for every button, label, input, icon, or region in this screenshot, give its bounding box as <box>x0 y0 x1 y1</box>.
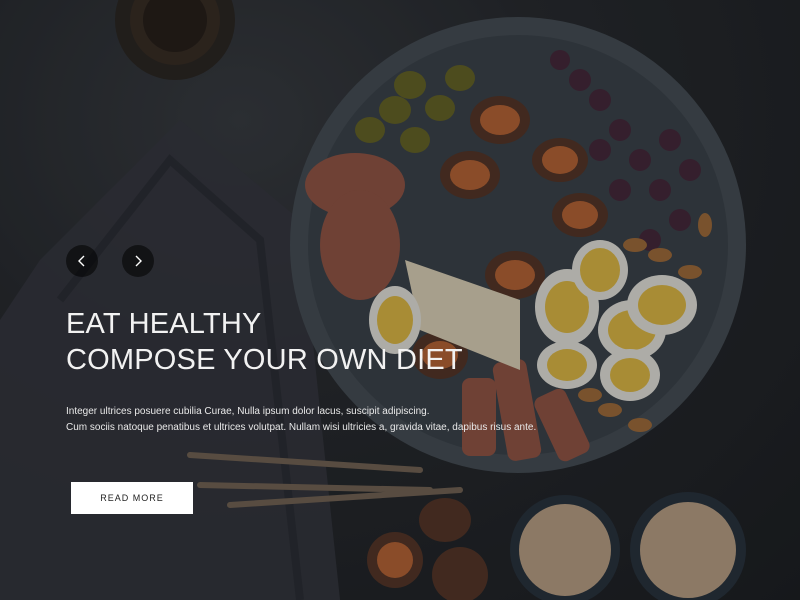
chevron-left-icon <box>78 255 85 267</box>
hero-description: Integer ultrices posuere cubilia Curae, … <box>66 404 586 436</box>
slider-controls <box>66 245 154 277</box>
description-line-2: Cum sociis natoque penatibus et ultrices… <box>66 422 537 433</box>
hero-banner: EAT HEALTHY COMPOSE YOUR OWN DIET Intege… <box>0 0 800 600</box>
read-more-button[interactable]: READ MORE <box>71 482 193 514</box>
chevron-right-icon <box>135 255 142 267</box>
headline-line-2: COMPOSE YOUR OWN DIET <box>66 344 463 376</box>
headline-line-1: EAT HEALTHY <box>66 308 262 340</box>
hero-headline: EAT HEALTHY COMPOSE YOUR OWN DIET <box>66 306 463 378</box>
prev-slide-button[interactable] <box>66 245 98 277</box>
next-slide-button[interactable] <box>122 245 154 277</box>
description-line-1: Integer ultrices posuere cubilia Curae, … <box>66 406 430 417</box>
